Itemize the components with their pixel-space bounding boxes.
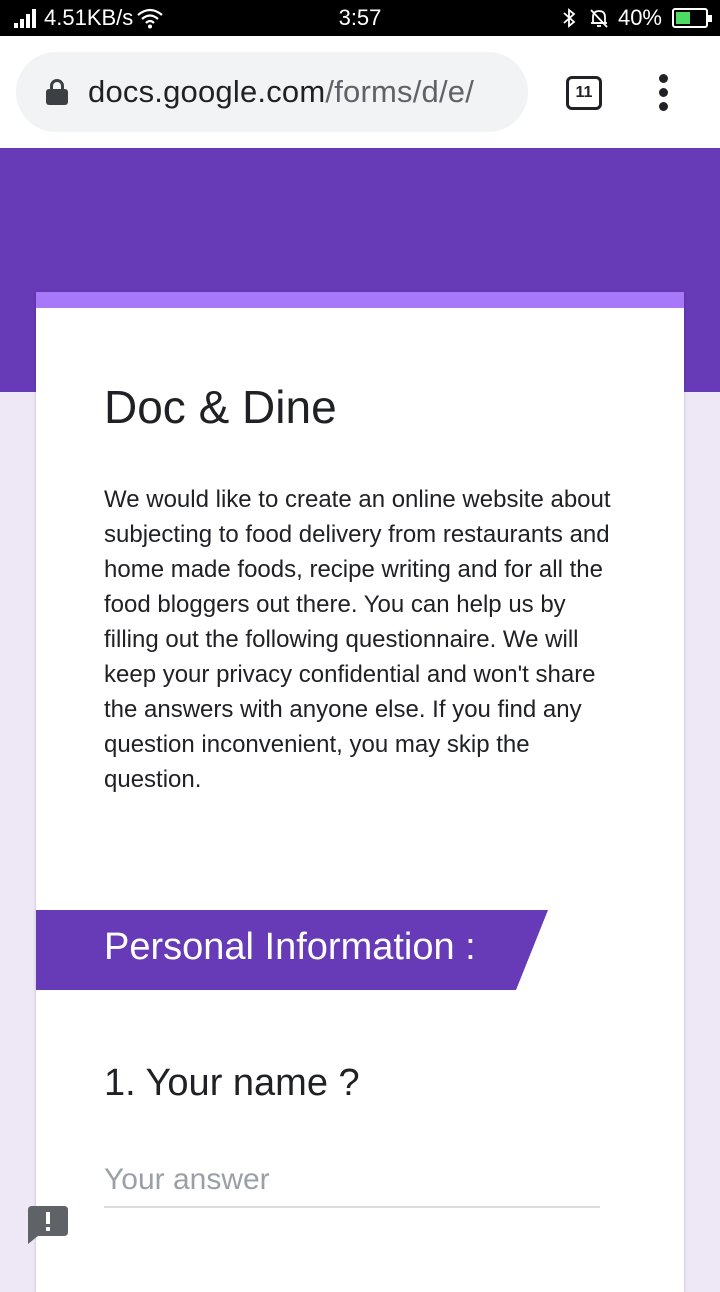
section-title: Personal Information : xyxy=(104,926,476,968)
section-banner: Personal Information : xyxy=(36,910,548,990)
browser-toolbar: docs.google.com/forms/d/e/ 11 xyxy=(0,36,720,148)
battery-icon xyxy=(672,8,712,28)
more-vert-icon[interactable] xyxy=(650,72,678,112)
form-title: Doc & Dine xyxy=(104,381,337,433)
mute-icon xyxy=(590,9,608,28)
card-accent-bar xyxy=(36,292,684,308)
battery-percent: 40% xyxy=(617,5,662,30)
tab-switcher-button[interactable]: 11 xyxy=(566,76,602,110)
status-right: 40% xyxy=(558,5,712,31)
question-label: 1. Your name ? xyxy=(104,1062,360,1104)
wifi-icon xyxy=(137,8,163,29)
signal-icon xyxy=(14,8,38,28)
network-speed: 4.51KB/s xyxy=(44,5,134,30)
form-card: Doc & Dine We would like to create an on… xyxy=(36,292,684,1292)
status-left: 4.51KB/s xyxy=(14,5,163,31)
status-bar: 4.51KB/s 3:57 40% xyxy=(0,0,720,36)
form-description: We would like to create an online websit… xyxy=(104,486,611,793)
report-issue-icon[interactable] xyxy=(28,1204,68,1244)
name-answer-input[interactable] xyxy=(104,1154,600,1208)
url-text[interactable]: docs.google.com/forms/d/e/ xyxy=(88,74,474,110)
address-bar[interactable]: docs.google.com/forms/d/e/ xyxy=(16,52,528,132)
url-path: /forms/d/e/ xyxy=(325,74,475,109)
bluetooth-icon xyxy=(563,8,576,28)
lock-icon[interactable] xyxy=(46,79,68,105)
url-domain: docs.google.com xyxy=(88,74,326,109)
